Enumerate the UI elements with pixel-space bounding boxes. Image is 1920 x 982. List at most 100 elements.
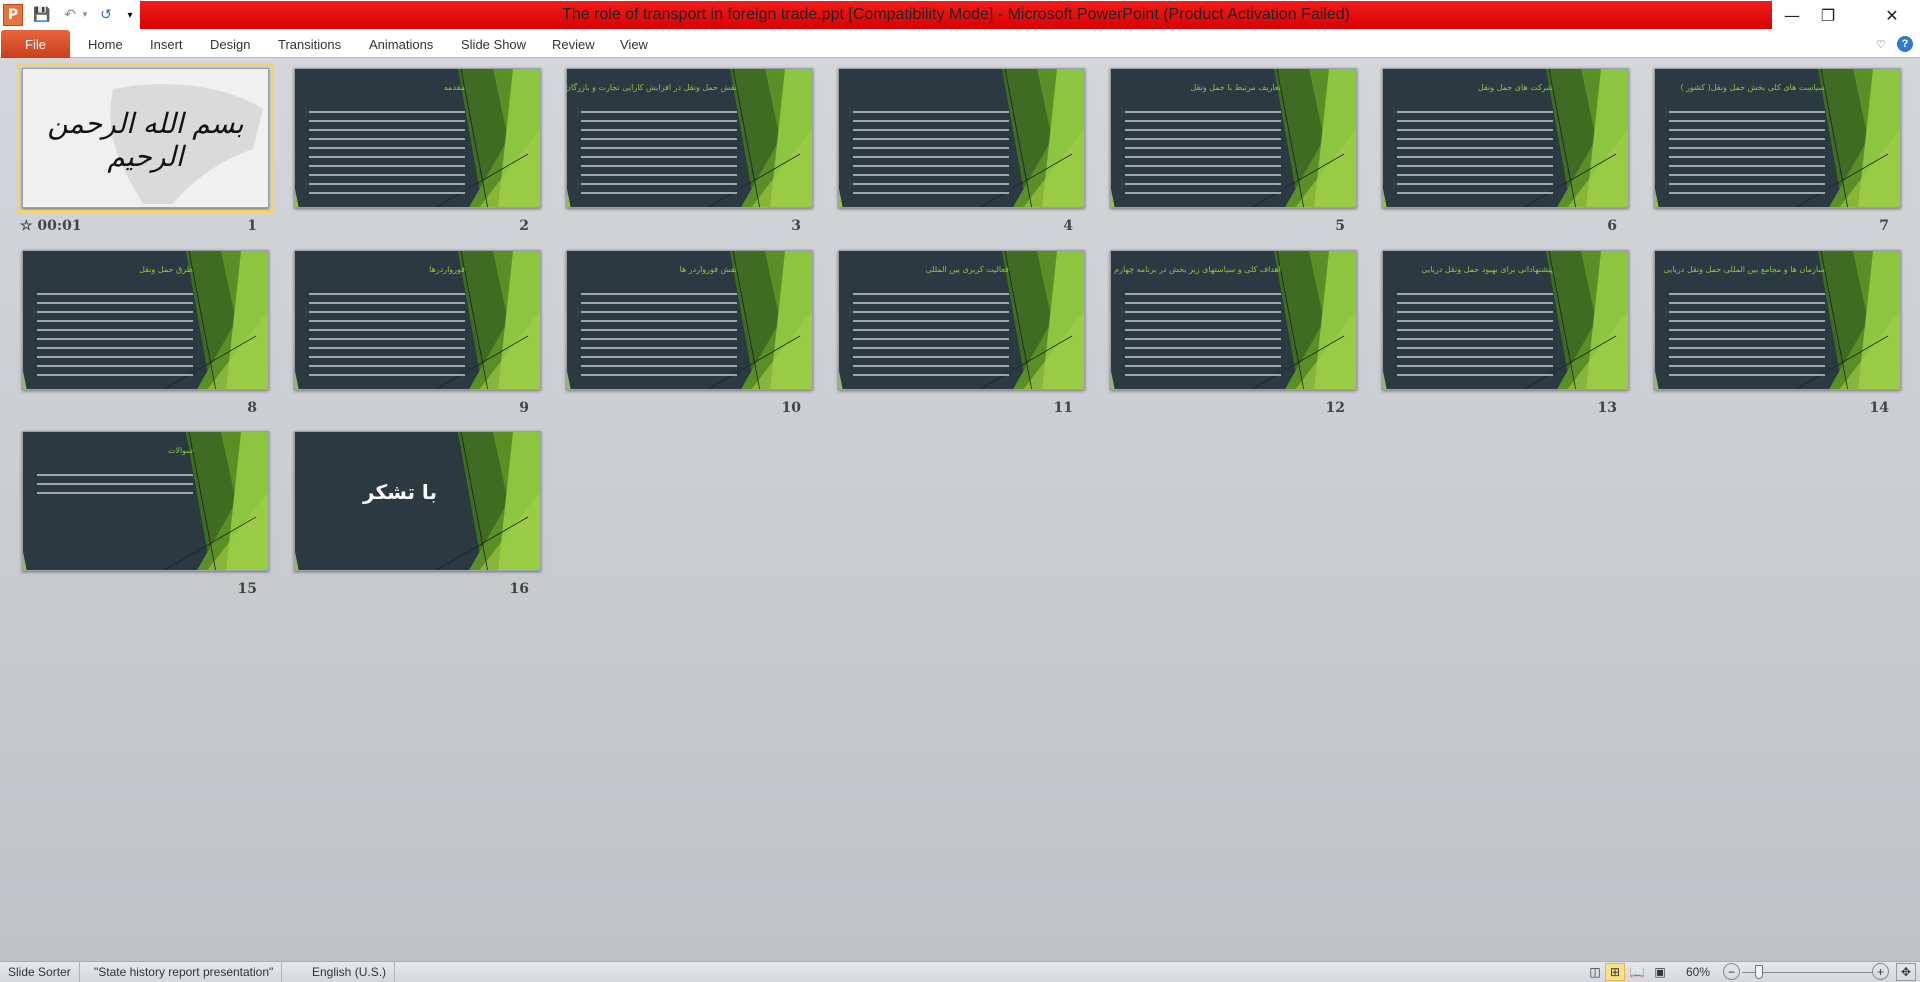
slide-thumbnail[interactable]: فعالیت کریری بین المللی [838,250,1085,390]
slide-number: 1 [247,218,257,234]
slide-title: سازمان ها و مجامع بین المللی حمل ونقل در… [1663,265,1825,274]
slide-title: تعاریف مرتبط با حمل ونقل [1190,83,1282,92]
slide-thumbnail[interactable]: طرق حمل ونقل [22,250,269,390]
slide-body-text [309,293,465,383]
slide-number: 2 [519,218,529,234]
slide-title: طرق حمل ونقل [139,265,193,274]
slide-title: فعالیت کریری بین المللی [925,265,1009,274]
slide-sorter-view-icon[interactable]: ⊞ [1605,963,1625,981]
tab-file[interactable]: File [1,30,70,58]
slide-body-text [581,111,737,201]
fit-to-window-icon[interactable]: ✥ [1896,963,1916,981]
slide-title: سوالات [167,446,193,455]
tab-home[interactable]: Home [88,30,123,58]
slide-thumbnail[interactable]: سیاست های کلی بخش حمل ونقل( کشور ) [1654,68,1901,208]
status-view: Slide Sorter [0,962,80,982]
slide-title: نقش حمل ونقل در افزایش کارایی تجارت و با… [566,83,737,92]
customize-toolbar-icon[interactable]: ▾ [124,4,136,26]
tab-transitions[interactable]: Transitions [278,30,341,58]
slide-body-text [1397,293,1553,383]
slide-number: 6 [1607,218,1617,234]
tab-slide-show[interactable]: Slide Show [461,30,526,58]
slide-number: 9 [519,400,529,416]
theme-decoration [23,432,268,570]
minimize-button[interactable]: — [1772,4,1812,26]
slide-thumbnail[interactable]: شرکت های حمل ونقل [1382,68,1629,208]
slide-title: اهداف کلی و سیاستهای زیر بخش در برنامه چ… [1111,265,1281,274]
slide-number: 12 [1325,400,1345,416]
status-bar: Slide Sorter "State history report prese… [0,961,1920,982]
slide-number: 15 [237,581,257,597]
zoom-in-button[interactable]: + [1872,963,1889,980]
ribbon-tabs: File Home Insert Design Transitions Anim… [0,30,1920,58]
zoom-out-button[interactable]: − [1723,963,1740,980]
slide-body-text [37,293,193,383]
title-bar: P 💾 ↶ ▾ ↺ ▾ The role of transport in for… [0,0,1920,30]
slide-number: 13 [1597,400,1617,416]
slide-number: 8 [247,400,257,416]
slide-body-text [37,474,193,501]
slide-thumbnail[interactable]: بسم الله الرحمن الرحیم [17,63,274,213]
slide-thumbnail[interactable]: اهداف کلی و سیاستهای زیر بخش در برنامه چ… [1110,250,1357,390]
slide-number: 7 [1879,218,1889,234]
tab-animations[interactable]: Animations [369,30,433,58]
reading-view-icon[interactable]: 📖 [1627,963,1647,981]
slide-title: شرکت های حمل ونقل [1477,83,1553,92]
tab-insert[interactable]: Insert [150,30,183,58]
slide-body-text [309,111,465,201]
slide-thumbnail[interactable] [838,68,1085,208]
calligraphy-title: بسم الله الرحمن الرحیم [47,107,244,173]
help-icon[interactable]: ? [1897,30,1913,58]
slide-thumbnail[interactable]: پیشنهاداتی برای بهبود حمل ونقل دریایی [1382,250,1629,390]
slide-title: مقدمه [443,83,465,92]
slide-title: فورواردرها [429,265,465,274]
slide-title: با تشکر [363,480,437,504]
window-title: The role of transport in foreign trade.p… [140,1,1772,29]
tab-view[interactable]: View [620,30,648,58]
restore-button[interactable]: ❐ [1808,4,1848,26]
slide-body-text [1669,293,1825,383]
undo-dropdown-icon[interactable]: ▾ [80,4,90,26]
slide-number: 5 [1335,218,1345,234]
save-icon[interactable]: 💾 [32,4,52,26]
status-language[interactable]: English (U.S.) [304,962,396,982]
tab-review[interactable]: Review [552,30,595,58]
slide-body-text [1669,111,1825,201]
tab-design[interactable]: Design [210,30,250,58]
slide-title: سیاست های کلی بخش حمل ونقل( کشور ) [1680,83,1825,92]
slide-sorter-area: بسم الله الرحمن الرحیم 1 ☆ 00:01 مقدمه 2 نقش … [0,58,1920,961]
slide-body-text [1125,293,1281,383]
normal-view-icon[interactable]: ◫ [1585,963,1605,981]
slide-thumbnail[interactable]: فورواردرها [294,250,541,390]
slide-number: 11 [1053,400,1073,416]
status-theme: "State history report presentation" [86,962,283,982]
zoom-level[interactable]: 60% [1680,963,1716,981]
powerpoint-app-icon[interactable]: P [3,4,23,26]
redo-icon[interactable]: ↺ [96,4,116,26]
slide-title: نقش فورواردر ها [679,265,737,274]
minimize-ribbon-icon[interactable]: ♡ [1876,30,1886,58]
slide-thumbnail[interactable]: نقش حمل ونقل در افزایش کارایی تجارت و با… [566,68,813,208]
slide-title: پیشنهاداتی برای بهبود حمل ونقل دریایی [1421,265,1553,274]
slide-body-text [1125,111,1281,201]
slide-number: 3 [791,218,801,234]
slide-number: 16 [509,581,529,597]
slide-thumbnail[interactable]: سازمان ها و مجامع بین المللی حمل ونقل در… [1654,250,1901,390]
slide-thumbnail[interactable]: نقش فورواردر ها [566,250,813,390]
slide-thumbnail[interactable]: با تشکر [294,431,541,571]
close-button[interactable]: ✕ [1872,4,1912,26]
slide-thumbnail[interactable]: تعاریف مرتبط با حمل ونقل [1110,68,1357,208]
slide-number: 4 [1063,218,1073,234]
slide-body-text [853,293,1009,383]
slide-body-text [1397,111,1553,201]
slide-number: 10 [781,400,801,416]
slide-thumbnail[interactable]: مقدمه [294,68,541,208]
undo-icon[interactable]: ↶ [60,4,80,26]
zoom-slider-thumb[interactable] [1754,965,1763,979]
slide-number: 14 [1869,400,1889,416]
slide-show-view-icon[interactable]: ▣ [1650,963,1670,981]
slide-timing: ☆ 00:01 [20,218,82,234]
slide-thumbnail[interactable]: سوالات [22,431,269,571]
slide-body-text [581,293,737,383]
slide-body-text [853,111,1009,201]
